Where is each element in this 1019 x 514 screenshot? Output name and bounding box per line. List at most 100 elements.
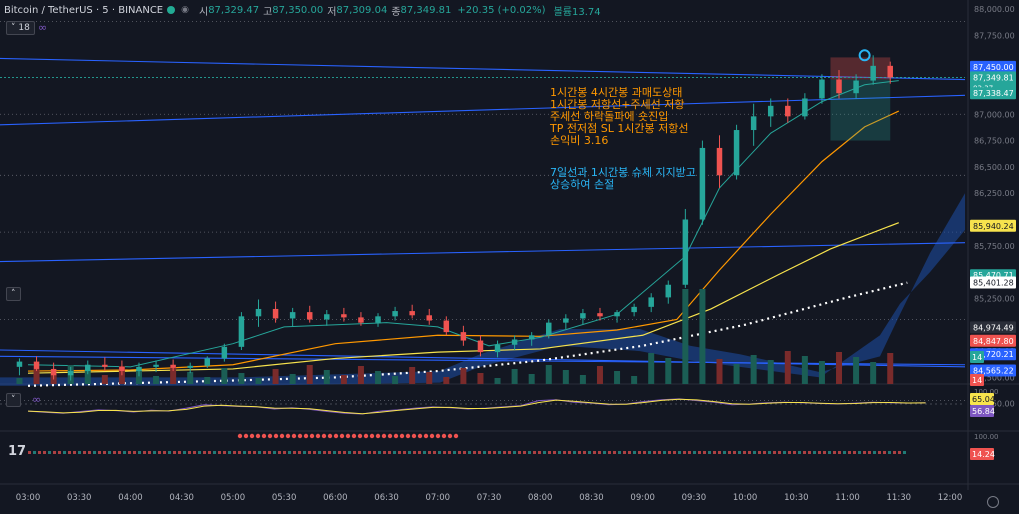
macd-bar — [743, 451, 746, 454]
macd-bar — [563, 451, 566, 454]
candle-body — [870, 65, 876, 81]
signal-dot — [261, 433, 267, 439]
candle-body — [50, 368, 57, 376]
rsi-link-icon[interactable]: ∞ — [32, 393, 41, 406]
macd-bar — [508, 451, 511, 454]
macd-bar — [588, 451, 591, 454]
macd-bar — [103, 451, 106, 454]
time-tick-label: 12:00 — [938, 493, 963, 503]
macd-bar — [163, 451, 166, 454]
macd-bar — [238, 451, 241, 454]
macd-bar — [183, 451, 186, 454]
time-tick-label: 03:00 — [16, 493, 41, 503]
volume-bar — [836, 352, 843, 384]
macd-bar — [478, 451, 481, 454]
price-badge-label: 85,401.28 — [973, 279, 1014, 288]
settings-icon[interactable] — [987, 496, 999, 508]
candle-body — [136, 366, 142, 372]
signal-dot — [297, 433, 303, 439]
macd-bar — [298, 451, 301, 454]
tradingview-logo-icon: 17 — [8, 444, 27, 459]
open-label: 시 — [198, 6, 209, 18]
volume-bar — [750, 355, 757, 384]
macd-bar — [443, 451, 446, 454]
macd-bar — [573, 451, 576, 454]
indicators-toggle-button[interactable]: ˅ 18 — [6, 21, 35, 35]
candle-body — [204, 358, 211, 366]
macd-bar — [863, 451, 866, 454]
time-tick-label: 08:30 — [579, 493, 604, 503]
volume-bar — [631, 376, 638, 384]
candle-body — [494, 344, 501, 353]
macd-bar — [773, 451, 776, 454]
volume-bar — [443, 377, 450, 384]
volume-bar — [494, 378, 501, 384]
volume-bar — [665, 358, 672, 384]
candle-body — [750, 116, 757, 131]
macd-bar — [723, 451, 726, 454]
macd-bar — [503, 451, 506, 454]
visibility-icon[interactable]: ◉ — [181, 5, 189, 15]
macd-bar — [158, 451, 161, 454]
rsi-toggle-button[interactable]: ˅ — [6, 393, 21, 407]
macd-bar — [373, 451, 376, 454]
volume-bar — [16, 378, 23, 384]
signal-dot — [441, 433, 447, 439]
candle-body — [358, 317, 364, 323]
macd-bar — [893, 451, 896, 454]
candle-body — [716, 147, 723, 176]
macd-bar — [848, 451, 851, 454]
volume-bar — [801, 356, 808, 384]
macd-bar — [68, 451, 71, 454]
macd-bar — [788, 451, 791, 454]
time-tick-label: 05:00 — [221, 493, 246, 503]
macd-bar — [813, 451, 816, 454]
macd-bar — [733, 451, 736, 454]
candle-body — [887, 65, 893, 78]
macd-bar — [583, 451, 586, 454]
macd-bar — [903, 451, 906, 454]
macd-bar — [403, 451, 406, 454]
price-chart[interactable]: 88,000.00 87,750.00 87,450.00 87,000.00 86,7… — [0, 0, 1019, 514]
candle-body — [67, 371, 74, 376]
macd-bar — [73, 451, 76, 454]
annotation-line-2: 1시간봉 저항선+주세선 저항 — [550, 98, 685, 111]
macd-bar — [608, 451, 611, 454]
macd-bar — [738, 451, 741, 454]
macd-bar — [678, 451, 681, 454]
macd-bar — [873, 451, 876, 454]
macd-bar — [113, 451, 116, 454]
volume-bar — [614, 371, 621, 384]
macd-bar — [218, 451, 221, 454]
time-tick-label: 05:30 — [272, 493, 297, 503]
macd-bar — [143, 451, 146, 454]
macd-bar — [133, 451, 136, 454]
macd-bar — [138, 451, 141, 454]
macd-bar — [333, 451, 336, 454]
time-tick-label: 08:00 — [528, 493, 553, 503]
signal-dot — [435, 433, 441, 439]
macd-bar — [453, 451, 456, 454]
macd-bar — [638, 451, 641, 454]
volume-bar — [853, 357, 860, 384]
time-tick-label: 07:30 — [477, 493, 502, 503]
macd-bar — [248, 451, 251, 454]
signal-dot — [357, 433, 363, 439]
signal-dot — [411, 433, 417, 439]
annotation-line-5: 손익비 3.16 — [550, 134, 609, 147]
macd-bar — [383, 451, 386, 454]
candle-body — [238, 316, 245, 347]
macd-bar — [838, 451, 841, 454]
symbol-title[interactable]: Bitcoin / TetherUS · 5 · BINANCE — [4, 5, 163, 16]
macd-bar — [173, 451, 176, 454]
macd-bar — [268, 451, 271, 454]
volume-bar — [870, 362, 877, 384]
volume-bar — [153, 376, 160, 384]
collapse-panel-button[interactable]: ˄ — [6, 287, 21, 301]
macd-tick-label: 100.00 — [974, 433, 999, 441]
macd-bar — [318, 451, 321, 454]
macd-bar — [718, 451, 721, 454]
macd-bar — [828, 451, 831, 454]
chain-icon[interactable]: ∞ — [38, 21, 47, 34]
macd-bar — [28, 451, 31, 454]
